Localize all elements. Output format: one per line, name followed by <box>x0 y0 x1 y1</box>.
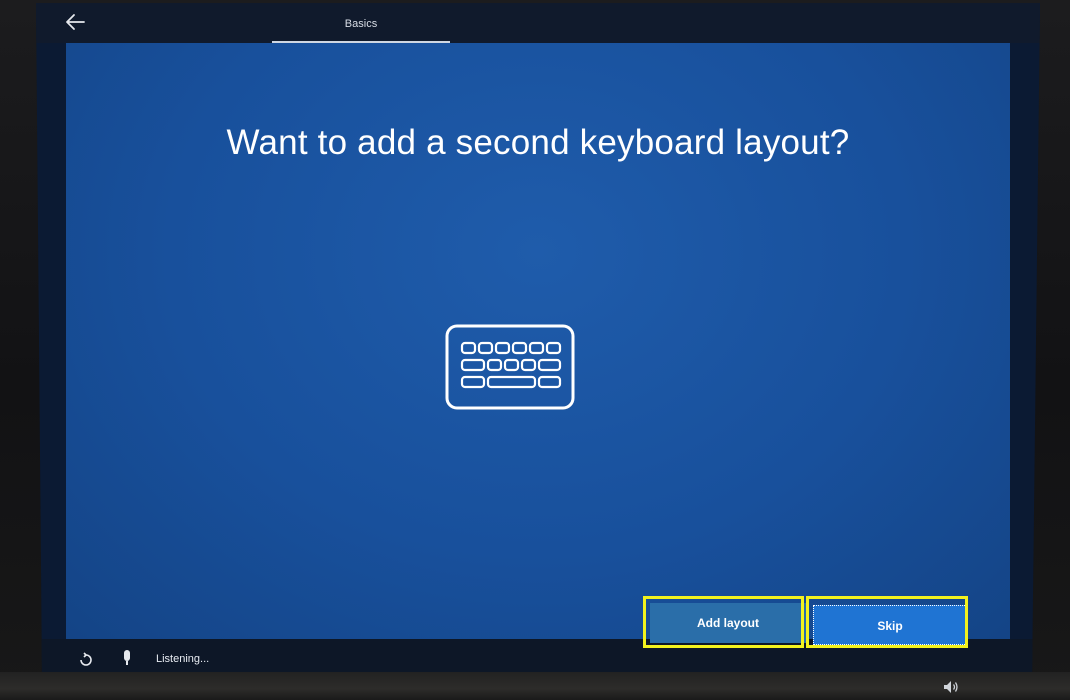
keyboard-icon <box>445 324 575 410</box>
microphone-icon[interactable] <box>121 649 133 667</box>
volume-icon[interactable] <box>943 680 959 694</box>
skip-button[interactable]: Skip <box>813 605 967 645</box>
monitor-bezel-bottom <box>0 672 1070 700</box>
ease-of-access-icon[interactable] <box>78 651 94 667</box>
tab-basics: Basics <box>272 3 450 43</box>
top-bar: Basics <box>36 3 1040 43</box>
oobe-screen: Basics Want to add a second keyboard lay… <box>36 3 1040 683</box>
add-layout-button[interactable]: Add layout <box>650 603 806 643</box>
tab-basics-label: Basics <box>344 18 378 30</box>
listening-status: Listening... <box>156 653 210 665</box>
back-arrow-icon[interactable] <box>64 11 86 33</box>
page-title: Want to add a second keyboard layout? <box>226 123 850 162</box>
main-panel: Want to add a second keyboard layout? <box>66 43 1010 639</box>
